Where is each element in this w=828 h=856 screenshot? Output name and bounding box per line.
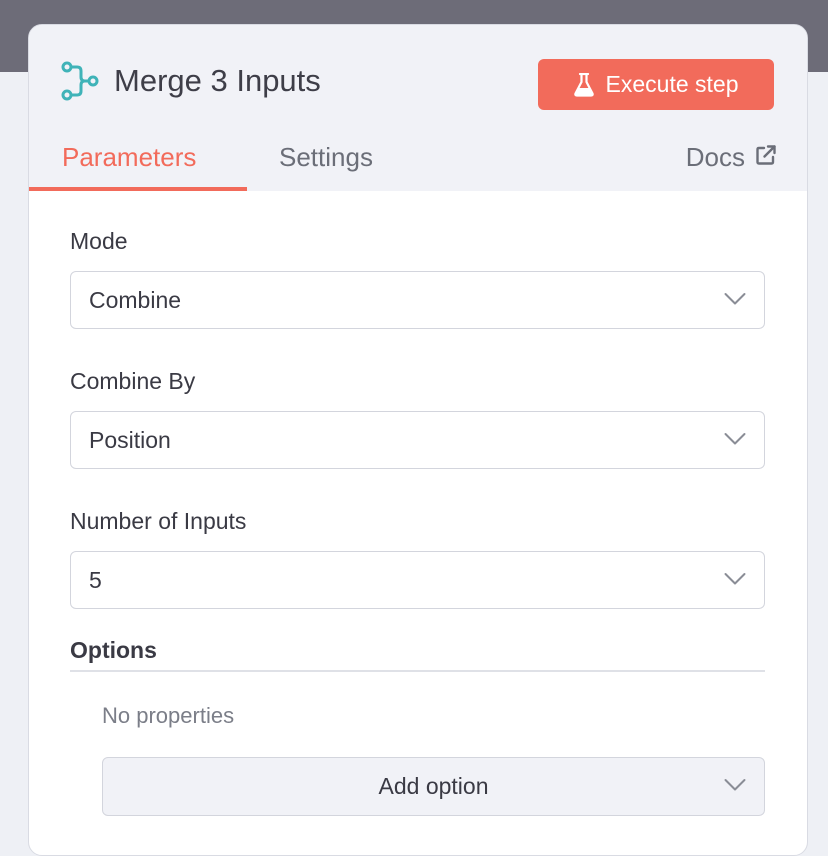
mode-select[interactable]: Combine <box>70 271 765 329</box>
combine-by-select[interactable]: Position <box>70 411 765 469</box>
mode-label: Mode <box>70 228 128 254</box>
add-option-label: Add option <box>378 773 489 799</box>
panel-header: Merge 3 Inputs Execute step Parameters S… <box>29 25 807 191</box>
options-divider <box>70 670 765 672</box>
merge-node-icon <box>61 61 99 101</box>
chevron-down-icon <box>724 433 746 445</box>
number-of-inputs-label: Number of Inputs <box>70 508 247 534</box>
docs-label: Docs <box>685 142 745 172</box>
flask-icon <box>573 72 594 97</box>
tab-parameters[interactable]: Parameters <box>62 137 196 177</box>
tab-settings[interactable]: Settings <box>279 137 373 177</box>
execute-step-label: Execute step <box>605 71 739 97</box>
chevron-down-icon <box>724 779 746 791</box>
mode-value: Combine <box>89 287 182 313</box>
external-link-icon <box>755 137 777 177</box>
number-of-inputs-value: 5 <box>89 567 102 593</box>
node-settings-panel: Merge 3 Inputs Execute step Parameters S… <box>28 24 808 856</box>
node-title: Merge 3 Inputs <box>114 63 321 98</box>
options-heading: Options <box>70 637 157 663</box>
chevron-down-icon <box>724 293 746 305</box>
no-properties-text: No properties <box>102 703 235 728</box>
combine-by-value: Position <box>89 427 171 453</box>
combine-by-label: Combine By <box>70 368 196 394</box>
number-of-inputs-select[interactable]: 5 <box>70 551 765 609</box>
add-option-dropdown[interactable]: Add option <box>102 757 765 816</box>
active-tab-indicator <box>29 187 247 191</box>
docs-link[interactable]: Docs <box>686 137 777 177</box>
execute-step-button[interactable]: Execute step <box>538 59 774 110</box>
chevron-down-icon <box>724 573 746 585</box>
